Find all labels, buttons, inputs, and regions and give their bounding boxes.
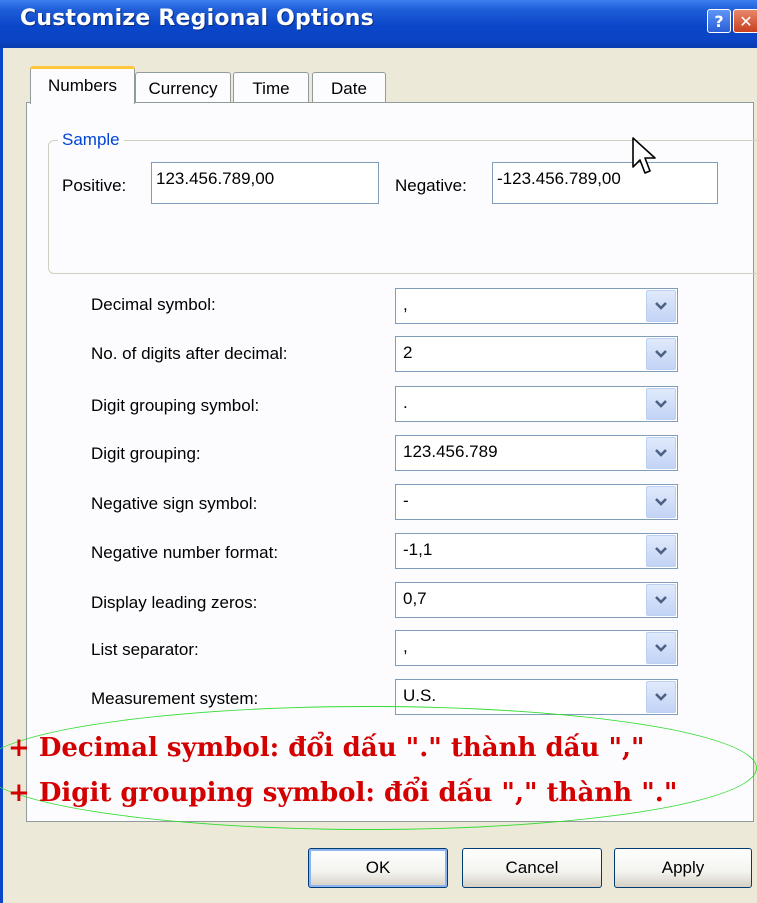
chevron-down-icon[interactable]	[646, 681, 676, 713]
combo-value: 2	[403, 343, 413, 362]
customize-regional-options-dialog: Customize Regional Options ? ✕ Numbers C…	[0, 0, 757, 903]
annotation-line-decimal: + Decimal symbol: đổi dấu "." thành dấu …	[8, 733, 645, 763]
chevron-down-icon[interactable]	[646, 290, 676, 322]
digits-after-decimal-label: No. of digits after decimal:	[91, 344, 288, 363]
help-button[interactable]: ?	[707, 9, 731, 33]
digit-grouping-symbol-label: Digit grouping symbol:	[91, 396, 260, 415]
chevron-down-icon[interactable]	[646, 388, 676, 420]
chevron-down-icon[interactable]	[646, 584, 676, 616]
list-separator-combo[interactable]: ,	[395, 630, 678, 666]
apply-button[interactable]: Apply	[614, 848, 752, 888]
decimal-symbol-label: Decimal symbol:	[91, 295, 216, 314]
decimal-symbol-combo[interactable]: ,	[395, 288, 678, 324]
negative-sample-field: -123.456.789,00	[492, 162, 718, 204]
combo-value: -1,1	[403, 540, 433, 559]
combo-value: 123.456.789	[403, 442, 498, 461]
display-leading-zeros-combo[interactable]: 0,7	[395, 582, 678, 618]
tab-date[interactable]: Date	[312, 72, 386, 103]
chevron-down-icon[interactable]	[646, 437, 676, 469]
annotation-ellipse	[0, 706, 757, 830]
ok-button[interactable]: OK	[308, 848, 448, 888]
negative-sign-symbol-combo[interactable]: -	[395, 484, 678, 520]
chevron-down-icon[interactable]	[646, 535, 676, 567]
title-bar[interactable]: Customize Regional Options ? ✕	[0, 0, 757, 48]
display-leading-zeros-label: Display leading zeros:	[91, 593, 258, 612]
negative-sign-symbol-label: Negative sign symbol:	[91, 494, 258, 513]
close-button[interactable]: ✕	[733, 9, 757, 33]
combo-value: 0,7	[403, 589, 427, 608]
digit-grouping-combo[interactable]: 123.456.789	[395, 435, 678, 471]
sample-group-legend: Sample	[58, 130, 124, 150]
combo-value: .	[403, 393, 408, 412]
combo-value: U.S.	[403, 686, 437, 705]
digits-after-decimal-combo[interactable]: 2	[395, 336, 678, 372]
tab-currency[interactable]: Currency	[135, 72, 231, 103]
measurement-system-label: Measurement system:	[91, 689, 259, 708]
cancel-button[interactable]: Cancel	[462, 848, 602, 888]
positive-label: Positive:	[62, 176, 127, 195]
combo-value: ,	[403, 637, 408, 656]
list-separator-label: List separator:	[91, 640, 199, 659]
window-title: Customize Regional Options	[20, 6, 374, 31]
tab-numbers[interactable]: Numbers	[30, 66, 135, 104]
positive-sample-field: 123.456.789,00	[151, 162, 379, 204]
chevron-down-icon[interactable]	[646, 486, 676, 518]
negative-number-format-label: Negative number format:	[91, 543, 279, 562]
mouse-pointer-icon	[632, 137, 656, 174]
digit-grouping-label: Digit grouping:	[91, 444, 201, 463]
chevron-down-icon[interactable]	[646, 632, 676, 664]
annotation-line-grouping: + Digit grouping symbol: đổi dấu "," thà…	[8, 778, 678, 808]
chevron-down-icon[interactable]	[646, 338, 676, 370]
negative-label: Negative:	[395, 176, 467, 195]
combo-value: -	[403, 491, 409, 510]
negative-number-format-combo[interactable]: -1,1	[395, 533, 678, 569]
tab-time[interactable]: Time	[233, 72, 309, 103]
digit-grouping-symbol-combo[interactable]: .	[395, 386, 678, 422]
combo-value: ,	[403, 295, 408, 314]
